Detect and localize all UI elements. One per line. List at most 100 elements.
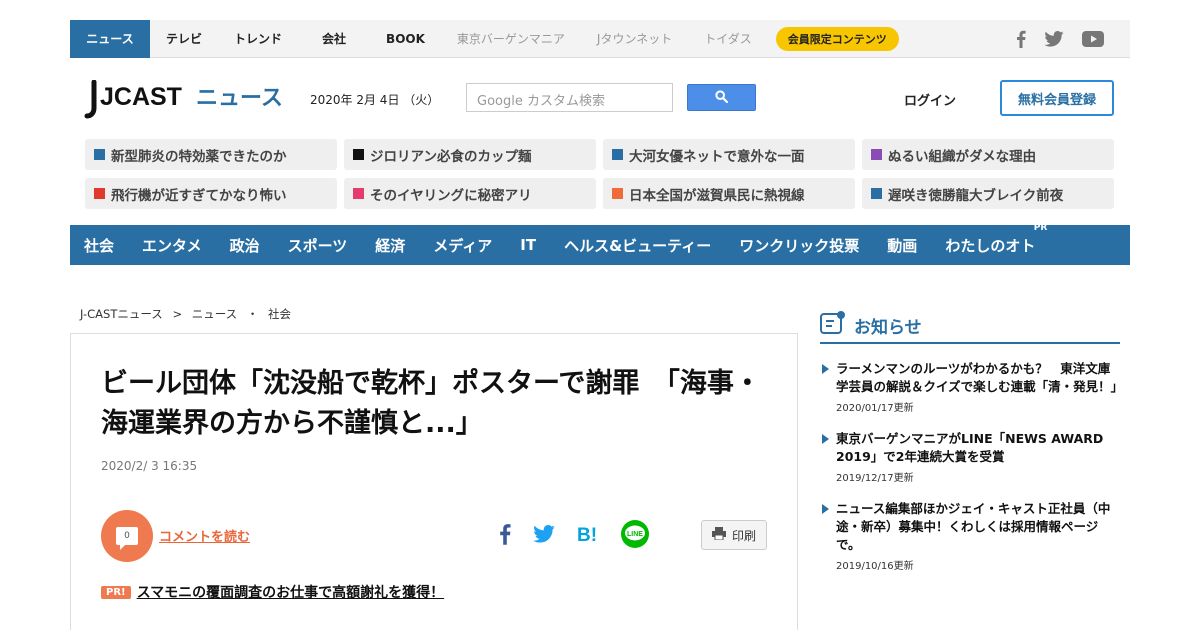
topic-color-square xyxy=(612,188,623,199)
category-society[interactable]: 社会 xyxy=(84,235,114,256)
article-date: 2020/2/ 3 16:35 xyxy=(101,459,198,473)
facebook-icon[interactable] xyxy=(1016,30,1026,48)
twitter-icon[interactable] xyxy=(1044,31,1064,47)
topic-chip[interactable]: ジロリアン必食のカップ麺 xyxy=(344,139,596,170)
comment-button[interactable]: 0 xyxy=(101,510,153,562)
topic-color-square xyxy=(94,188,105,199)
login-link[interactable]: ログイン xyxy=(904,90,956,109)
notice-icon xyxy=(820,311,846,339)
breadcrumb-separator: ・ xyxy=(246,307,259,321)
notice-item[interactable]: 東京バーゲンマニアがLINE「NEWS AWARD 2019」で2年連続大賞を受… xyxy=(820,430,1120,484)
notice-text: ニュース編集部ほかジェイ・キャスト正社員（中途・新卒）募集中！くわしくは採用情報… xyxy=(836,501,1111,552)
notice-item[interactable]: ニュース編集部ほかジェイ・キャスト正社員（中途・新卒）募集中！くわしくは採用情報… xyxy=(820,500,1120,572)
category-video[interactable]: 動画 xyxy=(887,235,917,256)
category-politics[interactable]: 政治 xyxy=(230,235,260,256)
topic-label: そのイヤリングに秘密アリ xyxy=(370,187,532,204)
category-media[interactable]: メディア xyxy=(433,235,492,256)
members-only-button[interactable]: 会員限定コンテンツ xyxy=(775,26,899,51)
svg-text:B!: B! xyxy=(577,525,597,544)
notice-text: ラーメンマンのルーツがわかるかも？ 東洋文庫学芸員の解説＆クイズで楽しむ連載「清… xyxy=(836,361,1124,394)
topnav-news[interactable]: ニュース xyxy=(70,19,150,58)
topic-color-square xyxy=(612,149,623,160)
read-comments-link[interactable]: コメントを読む xyxy=(159,526,250,545)
search-input[interactable]: Google カスタム検索 xyxy=(466,83,673,112)
topic-chip[interactable]: 大河女優ネットで意外な一面 xyxy=(603,139,855,170)
topic-color-square xyxy=(94,149,105,160)
article-headline: ビール団体「沈没船で乾杯」ポスターで謝罪 「海事・海運業界の方から不謹慎と...… xyxy=(101,368,761,439)
hatena-bookmark-icon[interactable]: B! xyxy=(577,524,599,548)
article-card: ビール団体「沈没船で乾杯」ポスターで謝罪 「海事・海運業界の方から不謹慎と...… xyxy=(70,333,798,630)
topic-label: 日本全国が滋賀県民に熱視線 xyxy=(629,187,805,204)
topic-label: 遅咲き徳勝龍大ブレイク前夜 xyxy=(888,187,1064,204)
trending-topics: 新型肺炎の特効薬できたのか ジロリアン必食のカップ麺 大河女優ネットで意外な一面… xyxy=(85,139,1115,209)
sponsored-link-text: スマモニの覆面調査のお仕事で高額謝礼を獲得！ xyxy=(136,585,445,601)
topic-label: 大河女優ネットで意外な一面 xyxy=(629,148,805,165)
breadcrumb-home[interactable]: J-CASTニュース xyxy=(80,307,163,321)
share-buttons: B! LINE xyxy=(499,520,649,552)
sponsored-link[interactable]: PR! スマモニの覆面調査のお仕事で高額謝礼を獲得！ xyxy=(101,582,444,602)
current-date: 2020年 2月 4日 （火） xyxy=(310,93,440,107)
topic-label: ぬるい組織がダメな理由 xyxy=(888,148,1037,165)
print-label: 印刷 xyxy=(731,528,756,543)
notice-updated: 2020/01/17更新 xyxy=(836,403,914,414)
svg-text:ニュース: ニュース xyxy=(196,86,283,111)
topic-chip[interactable]: 飛行機が近すぎてかなり怖い xyxy=(85,178,337,209)
topnav-jtown[interactable]: Jタウンネット xyxy=(581,20,688,58)
topnav-trend[interactable]: トレンド xyxy=(218,20,298,58)
page: ニュース テレビ トレンド 会社 BOOK 東京バーゲンマニア Jタウンネット … xyxy=(0,0,1200,630)
topic-color-square xyxy=(353,188,364,199)
category-one-click-poll[interactable]: ワンクリック投票 xyxy=(739,235,859,256)
youtube-icon[interactable] xyxy=(1082,31,1104,47)
topic-chip[interactable]: 遅咲き徳勝龍大ブレイク前夜 xyxy=(862,178,1114,209)
topnav-bargain-mania[interactable]: 東京バーゲンマニア xyxy=(441,20,581,58)
topic-label: ジロリアン必食のカップ麺 xyxy=(370,148,532,165)
topnav-company[interactable]: 会社 xyxy=(298,20,370,58)
category-watashi-no-oto[interactable]: わたしのオト PR xyxy=(945,223,1047,256)
category-entertainment[interactable]: エンタメ xyxy=(142,235,202,256)
breadcrumb-society[interactable]: 社会 xyxy=(268,307,291,321)
topic-chip[interactable]: 日本全国が滋賀県民に熱視線 xyxy=(603,178,855,209)
category-health-beauty[interactable]: ヘルス&ビューティー xyxy=(564,235,711,256)
topic-label: 新型肺炎の特効薬できたのか xyxy=(111,148,287,165)
pr-label: PR xyxy=(1033,222,1048,233)
topic-chip[interactable]: ぬるい組織がダメな理由 xyxy=(862,139,1114,170)
jcast-news-logo[interactable]: JCAST ニュース xyxy=(84,79,284,122)
breadcrumb-news[interactable]: ニュース xyxy=(192,307,237,321)
category-economy[interactable]: 経済 xyxy=(375,235,405,256)
topic-color-square xyxy=(353,149,364,160)
notice-updated: 2019/12/17更新 xyxy=(836,473,914,484)
topic-chip[interactable]: そのイヤリングに秘密アリ xyxy=(344,178,596,209)
printer-icon xyxy=(711,527,726,543)
topic-chip[interactable]: 新型肺炎の特効薬できたのか xyxy=(85,139,337,170)
twitter-share-icon[interactable] xyxy=(533,525,555,547)
notice-updated: 2019/10/16更新 xyxy=(836,561,914,572)
topnav-tv[interactable]: テレビ xyxy=(150,20,218,58)
search-button[interactable] xyxy=(687,84,756,111)
category-navigation: 社会 エンタメ 政治 スポーツ 経済 メディア IT ヘルス&ビューティー ワン… xyxy=(70,223,1130,265)
search-icon xyxy=(715,88,729,107)
notices-header: お知らせ xyxy=(820,308,1120,344)
notice-item[interactable]: ラーメンマンのルーツがわかるかも？ 東洋文庫学芸員の解説＆クイズで楽しむ連載「清… xyxy=(820,360,1124,414)
category-it[interactable]: IT xyxy=(520,236,536,254)
social-links xyxy=(1016,20,1104,58)
svg-text:LINE: LINE xyxy=(627,531,643,538)
topnav-book[interactable]: BOOK xyxy=(370,20,441,58)
topic-color-square xyxy=(871,188,882,199)
svg-text:JCAST: JCAST xyxy=(100,83,182,111)
facebook-share-icon[interactable] xyxy=(499,523,511,549)
breadcrumb-separator: > xyxy=(172,307,183,321)
notices-title: お知らせ xyxy=(854,317,922,338)
category-sports[interactable]: スポーツ xyxy=(288,235,348,256)
free-signup-button[interactable]: 無料会員登録 xyxy=(1000,80,1114,116)
category-label: わたしのオト xyxy=(945,236,1036,255)
pr-badge: PR! xyxy=(101,585,131,599)
notices-list: ラーメンマンのルーツがわかるかも？ 東洋文庫学芸員の解説＆クイズで楽しむ連載「清… xyxy=(820,360,1124,588)
topnav-toidas[interactable]: トイダス xyxy=(688,20,768,58)
notice-text: 東京バーゲンマニアがLINE「NEWS AWARD 2019」で2年連続大賞を受… xyxy=(836,431,1104,464)
topic-color-square xyxy=(871,149,882,160)
comment-count: 0 xyxy=(116,527,138,550)
line-share-icon[interactable]: LINE xyxy=(621,520,649,552)
print-button[interactable]: 印刷 xyxy=(701,520,767,550)
breadcrumb: J-CASTニュース > ニュース ・ 社会 xyxy=(80,306,297,322)
top-navigation: ニュース テレビ トレンド 会社 BOOK 東京バーゲンマニア Jタウンネット … xyxy=(70,19,1130,58)
